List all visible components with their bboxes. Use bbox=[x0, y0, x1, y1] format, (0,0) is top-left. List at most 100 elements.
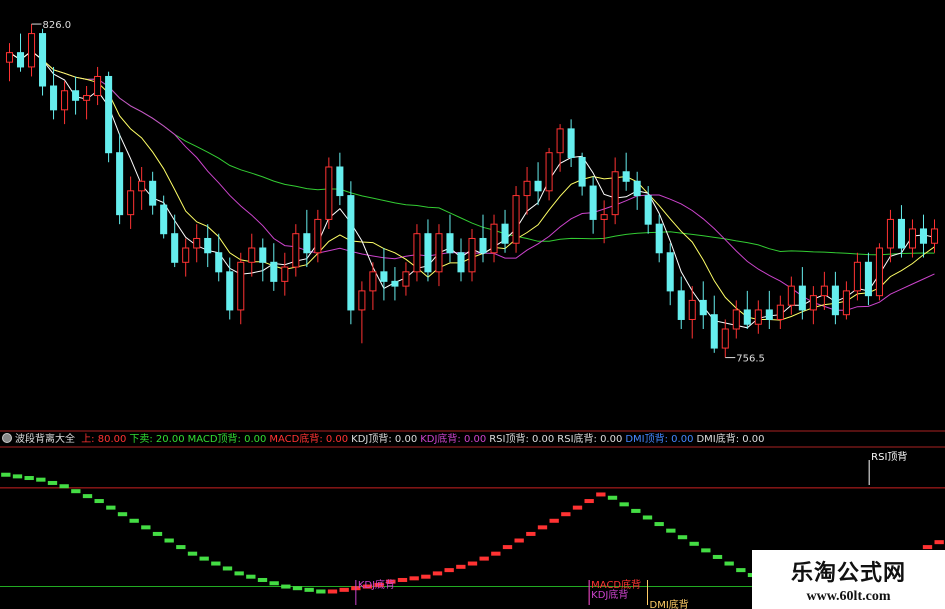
indicator-param-9: DMI底背: 0.00 bbox=[696, 434, 765, 445]
candle-body bbox=[534, 180, 542, 192]
candle-body bbox=[94, 75, 102, 97]
indicator-param-4: KDJ顶背: 0.00 bbox=[351, 434, 418, 445]
indicator-bar bbox=[164, 538, 174, 543]
indicator-bar bbox=[339, 587, 349, 592]
indicator-bar bbox=[409, 576, 419, 581]
candle-body bbox=[600, 214, 608, 220]
indicator-bar bbox=[724, 561, 734, 566]
indicator-bar bbox=[479, 556, 489, 561]
indicator-bar bbox=[129, 518, 139, 523]
annotation-label: KDJ底背 bbox=[591, 588, 628, 601]
candle-body bbox=[864, 261, 872, 297]
indicator-settings-icon[interactable] bbox=[2, 433, 12, 443]
candle-body bbox=[237, 261, 245, 311]
candle-body bbox=[754, 309, 762, 325]
indicator-name[interactable]: 波段背离大全 bbox=[15, 434, 75, 445]
watermark-title: 乐淘公式网 bbox=[790, 560, 906, 586]
indicator-bar bbox=[421, 574, 431, 579]
indicator-bar bbox=[491, 551, 501, 556]
indicator-bar bbox=[514, 538, 524, 543]
low-price-label: 756.5 bbox=[736, 354, 765, 365]
indicator-bar bbox=[561, 512, 571, 517]
indicator-bar bbox=[607, 495, 618, 500]
indicator-param-5: KDJ底背: 0.00 bbox=[420, 434, 487, 445]
candle-body bbox=[853, 261, 861, 292]
candle-body bbox=[380, 271, 388, 282]
indicator-bar bbox=[712, 554, 723, 559]
annotation-label: RSI顶背 bbox=[871, 450, 907, 463]
candle-body bbox=[545, 152, 553, 192]
stock-chart[interactable]: 826.0756.5 RSI顶背KDJ底背MACD底背KDJ底背DMI底背RSI… bbox=[0, 0, 945, 609]
candle-body bbox=[314, 218, 322, 254]
candle-body bbox=[402, 271, 410, 287]
indicator-bar bbox=[934, 540, 944, 545]
high-price-label: 826.0 bbox=[43, 20, 72, 31]
candle-body bbox=[589, 185, 597, 220]
candle-body bbox=[468, 237, 476, 273]
indicator-bar bbox=[71, 489, 81, 494]
candle-body bbox=[688, 299, 696, 320]
indicator-bar bbox=[269, 581, 279, 586]
indicator-bar bbox=[187, 551, 198, 556]
candle-body bbox=[116, 152, 124, 216]
indicator-bar bbox=[444, 568, 454, 573]
indicator-bar bbox=[736, 568, 746, 573]
candle-body bbox=[446, 233, 454, 254]
indicator-bar bbox=[549, 518, 559, 523]
candle-body bbox=[567, 128, 575, 158]
candle-body bbox=[391, 280, 399, 287]
watermark: 乐淘公式网 www.60lt.com bbox=[752, 550, 945, 609]
candle-body bbox=[842, 290, 850, 316]
indicator-bar bbox=[596, 492, 606, 497]
indicator-param-6: RSI顶背: 0.00 bbox=[489, 434, 555, 445]
indicator-param-0: 上: 80.00 bbox=[81, 434, 127, 445]
candle-body bbox=[820, 285, 828, 297]
candle-body bbox=[226, 271, 234, 311]
candle-body bbox=[622, 171, 630, 182]
candle-body bbox=[182, 247, 190, 263]
candle-body bbox=[72, 90, 80, 101]
indicator-bar bbox=[234, 571, 244, 576]
indicator-bar bbox=[36, 477, 46, 482]
candle-body bbox=[908, 228, 916, 249]
indicator-bar bbox=[47, 480, 58, 485]
candle-body bbox=[215, 252, 223, 273]
indicator-bar bbox=[584, 499, 594, 504]
candle-body bbox=[897, 218, 905, 249]
candle-body bbox=[204, 237, 212, 254]
candle-body bbox=[787, 285, 795, 306]
candle-body bbox=[281, 266, 289, 282]
candle-body bbox=[919, 228, 928, 244]
candle-body bbox=[303, 233, 311, 254]
indicator-bar bbox=[502, 545, 513, 550]
candle-body bbox=[369, 271, 377, 292]
indicator-bar bbox=[12, 474, 23, 479]
candle-body bbox=[523, 180, 531, 197]
indicator-param-2: MACD顶背: 0.00 bbox=[187, 434, 267, 445]
candle-body bbox=[732, 309, 740, 330]
candle-body bbox=[138, 180, 146, 192]
indicator-bar bbox=[141, 525, 151, 530]
indicator-bar bbox=[572, 505, 583, 510]
candle-body bbox=[512, 195, 520, 244]
indicator-bar bbox=[304, 587, 314, 592]
indicator-params: 上: 80.00 下卖: 20.00 MACD顶背: 0.00 MACD底背: 0.0… bbox=[81, 434, 767, 445]
indicator-bar bbox=[117, 512, 128, 517]
candle-body bbox=[358, 290, 366, 311]
candle-body bbox=[424, 233, 432, 273]
candle-body bbox=[655, 223, 663, 254]
candle-body bbox=[160, 204, 168, 235]
candle-body bbox=[666, 252, 674, 292]
indicator-bar bbox=[316, 589, 326, 594]
indicator-bar bbox=[432, 571, 443, 576]
candle-body bbox=[83, 95, 91, 101]
candle-body bbox=[743, 309, 751, 325]
candle-body bbox=[556, 128, 564, 154]
candle-body bbox=[644, 195, 652, 225]
candle-body bbox=[578, 156, 586, 187]
candle-body bbox=[435, 233, 443, 273]
candle-body bbox=[677, 290, 685, 320]
indicator-bar bbox=[281, 584, 291, 589]
indicator-bar bbox=[292, 586, 303, 591]
candle-body bbox=[270, 261, 278, 282]
